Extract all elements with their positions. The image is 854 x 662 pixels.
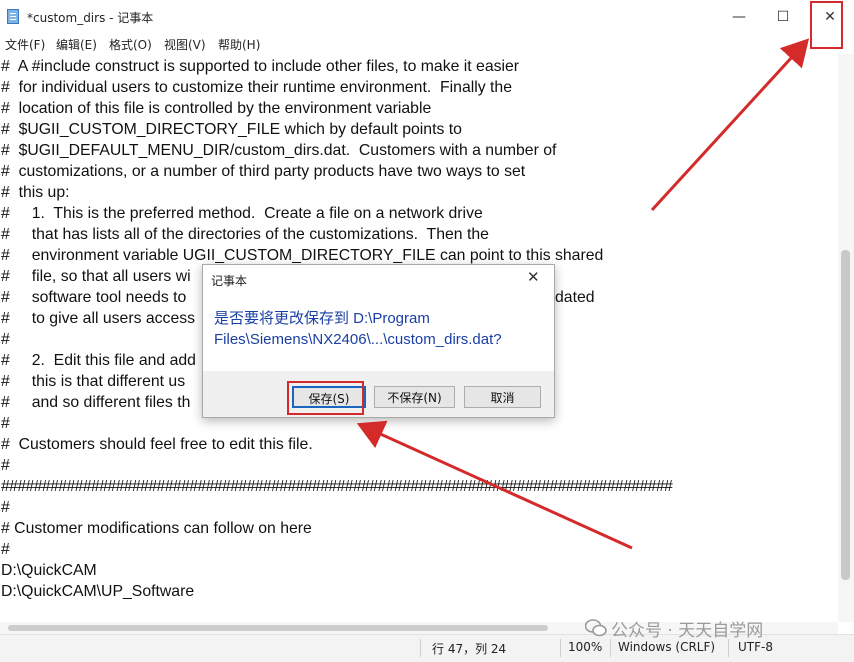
editor-line: ########################################… — [1, 478, 673, 495]
close-highlight-box — [810, 1, 843, 49]
dialog-title: 记事本 — [211, 274, 248, 288]
menu-file[interactable]: 文件(F) — [5, 36, 45, 53]
line-ending: Windows (CRLF) — [618, 640, 716, 654]
minimize-button[interactable]: — — [717, 0, 761, 34]
wechat-icon — [585, 619, 607, 637]
editor-line: # A #include construct is supported to i… — [1, 58, 520, 75]
editor-line: # — [1, 499, 10, 516]
cursor-position: 行 47，列 24 — [432, 642, 507, 656]
editor-line: # $UGII_CUSTOM_DIRECTORY_FILE which by d… — [1, 121, 462, 138]
notepad-icon — [7, 9, 19, 24]
menu-edit[interactable]: 编辑(E) — [56, 36, 97, 53]
editor-line: # this is that different us — [1, 373, 186, 390]
editor-line: # customizations, or a number of third p… — [1, 163, 526, 180]
editor-line: # and so different files th — [1, 394, 191, 411]
vertical-scroll-thumb[interactable] — [841, 250, 850, 580]
editor-line: # that has lists all of the directories … — [1, 226, 489, 243]
menu-help[interactable]: 帮助(H) — [218, 36, 260, 53]
editor-line: # — [1, 415, 10, 432]
cancel-button[interactable]: 取消 — [464, 386, 541, 408]
editor-line: # location of this file is controlled by… — [1, 100, 432, 117]
menu-format[interactable]: 格式(O) — [109, 36, 152, 53]
dialog-message-line: Files\Siemens\NX2406\...\custom_dirs.dat… — [214, 331, 502, 348]
zoom-level: 100% — [568, 640, 603, 654]
status-divider — [610, 639, 611, 657]
editor-line: # file, so that all users wi — [1, 268, 191, 285]
status-divider — [420, 639, 421, 657]
encoding: UTF-8 — [738, 640, 773, 654]
editor-line: # — [1, 541, 10, 558]
editor-line: # this up: — [1, 184, 70, 201]
title-bar: *custom_dirs - 记事本 — ☐ ✕ — [0, 0, 854, 34]
watermark-text: 公众号 · 天天自学网 — [611, 621, 764, 641]
editor-line-fragment: dated — [555, 289, 595, 306]
dialog-close-icon[interactable]: ✕ — [527, 268, 540, 286]
editor-line: # 1. This is the preferred method. Creat… — [1, 205, 483, 222]
editor-line: # — [1, 457, 10, 474]
editor-line: D:\QuickCAM — [1, 562, 97, 579]
editor-line: # Customers should feel free to edit thi… — [1, 436, 313, 453]
editor-line: # environment variable UGII_CUSTOM_DIREC… — [1, 247, 604, 264]
editor-line: # for individual users to customize thei… — [1, 79, 512, 96]
menu-bar: 文件(F) 编辑(E) 格式(O) 视图(V) 帮助(H) — [0, 34, 854, 54]
editor-line: # software tool needs to — [1, 289, 187, 306]
status-divider — [560, 639, 561, 657]
window-title: *custom_dirs - 记事本 — [27, 11, 154, 25]
editor-line: # Customer modifications can follow on h… — [1, 520, 312, 537]
dialog-message-line: 是否要将更改保存到 D:\Program — [214, 310, 430, 327]
maximize-button[interactable]: ☐ — [761, 0, 805, 34]
editor-line: D:\QuickCAM\UP_Software — [1, 583, 195, 600]
dont-save-button[interactable]: 不保存(N) — [374, 386, 455, 408]
menu-view[interactable]: 视图(V) — [164, 36, 206, 53]
editor-line: # — [1, 331, 10, 348]
editor-line: # $UGII_DEFAULT_MENU_DIR/custom_dirs.dat… — [1, 142, 557, 159]
dialog-message: 是否要将更改保存到 D:\Program Files\Siemens\NX240… — [214, 308, 544, 350]
horizontal-scroll-thumb[interactable] — [8, 625, 548, 631]
save-highlight-box — [287, 381, 364, 415]
editor-line: # 2. Edit this file and add — [1, 352, 196, 369]
editor-line: # to give all users access — [1, 310, 196, 327]
status-divider — [728, 639, 729, 657]
